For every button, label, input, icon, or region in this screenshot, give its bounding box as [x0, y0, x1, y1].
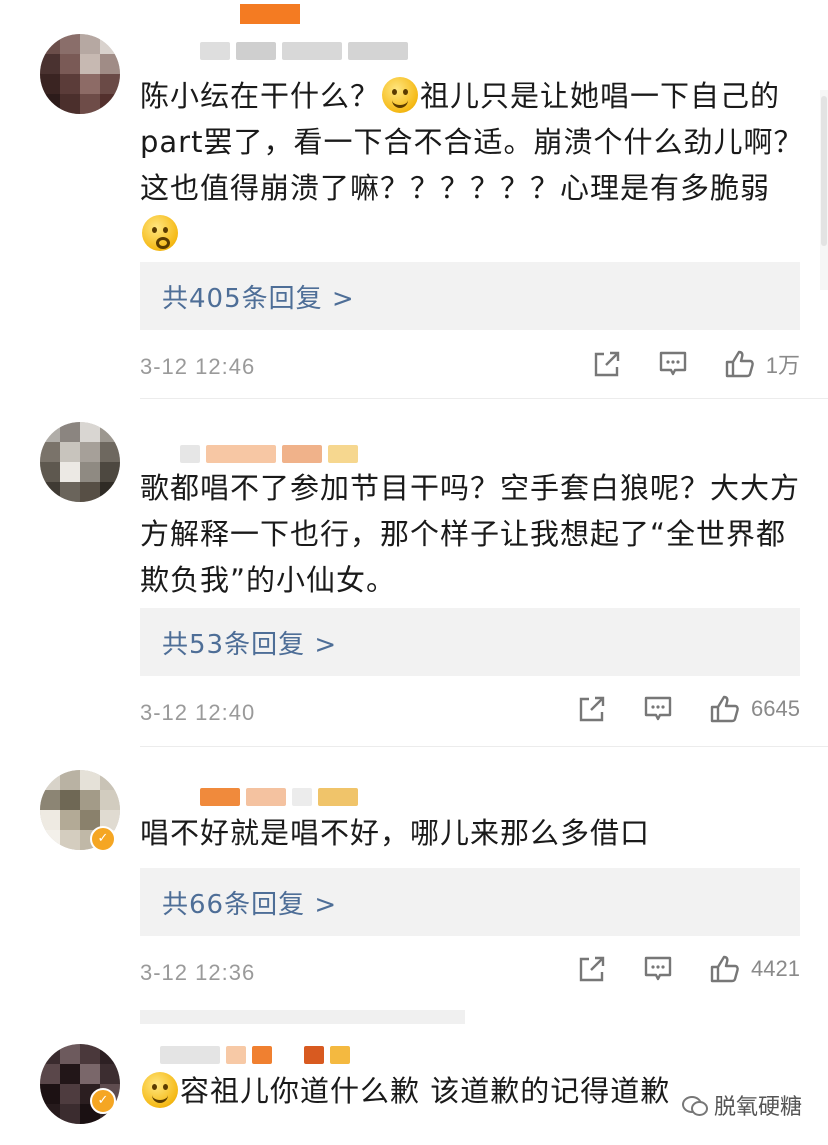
comment-button[interactable] [658, 349, 688, 379]
comment-button[interactable] [643, 954, 673, 984]
reply-summary[interactable]: 共405条回复 > [140, 262, 800, 330]
comment-time: 3-12 12:36 [140, 960, 256, 985]
comment-button[interactable] [643, 694, 673, 724]
thumbs-up-icon [710, 955, 739, 983]
comment-meta: 3-12 12:46 1万 [140, 348, 800, 388]
divider [140, 746, 828, 747]
username-redacted[interactable] [180, 443, 358, 465]
username-redacted[interactable] [200, 786, 358, 808]
avatar[interactable] [40, 422, 120, 502]
thumbs-up-icon [725, 350, 754, 378]
comment-text: 陈小纭在干什么？ 祖儿只是让她唱一下自己的part罢了，看一下合不合适。崩溃个什么… [140, 73, 805, 257]
comment-icon [644, 956, 672, 981]
scrollbar-thumb[interactable] [821, 96, 827, 246]
watermark: 脱氧硬糖 [681, 1089, 802, 1121]
like-count: 6645 [751, 696, 800, 721]
like-button[interactable]: 1万 [724, 348, 800, 380]
comment-text: 歌都唱不了参加节目干吗？空手套白狼呢？大大方方解释一下也行，那个样子让我想起了“… [140, 471, 801, 597]
username-redacted[interactable] [160, 1044, 350, 1066]
share-icon [579, 956, 605, 982]
divider [140, 1010, 465, 1024]
top-orange-tag [240, 4, 300, 24]
wechat-icon [681, 1094, 708, 1116]
reply-count-link[interactable]: 共66条回复 > [162, 884, 337, 921]
comment-meta: 3-12 12:40 6645 [140, 694, 800, 734]
verified-badge-icon: ✓ [90, 1088, 116, 1114]
verified-badge-icon: ✓ [90, 826, 116, 852]
divider [140, 398, 828, 399]
comment-icon [659, 351, 686, 376]
share-button[interactable] [577, 954, 607, 984]
emoji-icon [142, 215, 178, 251]
emoji-icon [382, 77, 419, 113]
like-button[interactable]: 6645 [709, 694, 800, 724]
comment-text-part: 陈小纭在干什么？ [140, 79, 381, 113]
comment-time: 3-12 12:46 [140, 354, 256, 379]
reply-summary[interactable]: 共66条回复 > [140, 868, 800, 936]
emoji-icon [142, 1072, 178, 1108]
username-redacted[interactable] [200, 40, 408, 62]
comment-icon [644, 696, 672, 721]
share-button[interactable] [592, 349, 622, 379]
reply-count-link[interactable]: 共53条回复 > [162, 624, 337, 661]
share-button[interactable] [577, 694, 607, 724]
thumbs-up-icon [710, 695, 739, 723]
like-count: 4421 [751, 956, 800, 981]
watermark-text: 脱氧硬糖 [713, 1095, 802, 1120]
comment-text-part: 容祖儿你道什么歉 该道歉的记得道歉 [180, 1074, 671, 1108]
avatar[interactable] [40, 34, 120, 114]
share-icon [594, 351, 619, 377]
comment-time: 3-12 12:40 [140, 700, 256, 725]
comment-text: 唱不好就是唱不好，哪儿来那么多借口 [140, 816, 651, 850]
reply-count-link[interactable]: 共405条回复 > [162, 278, 355, 315]
share-icon [579, 696, 605, 722]
like-count: 1万 [765, 353, 800, 378]
comment-meta: 3-12 12:36 4421 [140, 954, 800, 994]
reply-summary[interactable]: 共53条回复 > [140, 608, 800, 676]
like-button[interactable]: 4421 [709, 954, 800, 984]
